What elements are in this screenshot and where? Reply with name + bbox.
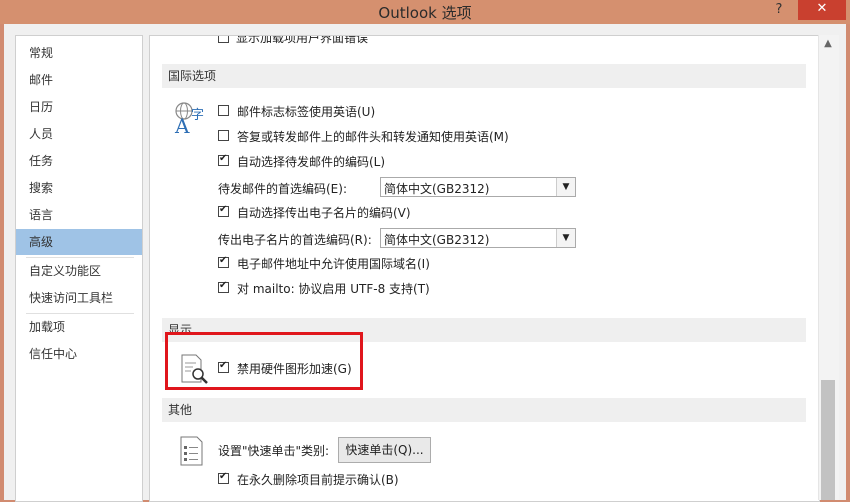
- list-settings-icon: [179, 436, 207, 466]
- sidebar-item-addins[interactable]: 加载项: [16, 314, 142, 340]
- outgoing-encoding-value: 简体中文(GB2312): [384, 182, 490, 196]
- vcard-encoding-value: 简体中文(GB2312): [384, 233, 490, 247]
- vcard-encoding-label: 传出电子名片的首选编码(R):: [218, 233, 372, 247]
- international-domain-label: 电子邮件地址中允许使用国际域名(I): [237, 257, 430, 271]
- mailto-utf8-label: 对 mailto: 协议启用 UTF-8 支持(T): [237, 282, 430, 296]
- auto-outgoing-encoding-checkbox[interactable]: [218, 153, 229, 166]
- auto-vcard-encoding-checkbox[interactable]: [218, 204, 229, 217]
- svg-text:A: A: [174, 114, 190, 137]
- outgoing-encoding-select[interactable]: 简体中文(GB2312) ▼: [380, 177, 576, 197]
- auto-outgoing-encoding-label: 自动选择待发邮件的编码(L): [237, 155, 386, 169]
- auto-vcard-encoding-label: 自动选择传出电子名片的编码(V): [237, 206, 411, 220]
- sidebar-item-mail[interactable]: 邮件: [16, 67, 142, 93]
- english-flag-labels-checkbox[interactable]: [218, 105, 229, 116]
- confirm-delete-checkbox[interactable]: [218, 471, 229, 484]
- help-button[interactable]: ?: [765, 2, 793, 22]
- outgoing-encoding-label: 待发邮件的首选编码(E):: [218, 182, 347, 196]
- sidebar-item-trust-center[interactable]: 信任中心: [16, 341, 142, 367]
- sidebar-item-language[interactable]: 语言: [16, 202, 142, 228]
- sidebar-item-advanced[interactable]: 高级: [16, 229, 142, 255]
- sidebar-item-quick-access-toolbar[interactable]: 快速访问工具栏: [16, 285, 142, 311]
- sidebar-item-calendar[interactable]: 日历: [16, 94, 142, 120]
- international-domain-checkbox[interactable]: [218, 255, 229, 268]
- show-addin-errors-label: 显示加载项用户界面错误: [236, 36, 369, 45]
- section-header-international: 国际选项: [162, 64, 806, 88]
- vcard-encoding-select[interactable]: 简体中文(GB2312) ▼: [380, 228, 576, 248]
- chevron-down-icon: ▼: [556, 178, 575, 196]
- scroll-up-arrow[interactable]: ▲: [818, 38, 838, 54]
- english-flag-labels-label: 邮件标志标签使用英语(U): [237, 105, 376, 119]
- english-reply-headers-checkbox[interactable]: [218, 130, 229, 141]
- sidebar-item-general[interactable]: 常规: [16, 40, 142, 66]
- close-button[interactable]: ✕: [798, 0, 846, 20]
- confirm-delete-label: 在永久删除项目前提示确认(B): [237, 473, 399, 487]
- globe-language-icon: A 字: [173, 101, 209, 138]
- sidebar-item-search[interactable]: 搜索: [16, 175, 142, 201]
- show-addin-errors-checkbox[interactable]: [218, 36, 229, 43]
- options-sidebar: 常规 邮件 日历 人员 任务 搜索 语言 高级 自定义功能区 快速访问工具栏 加…: [15, 35, 143, 502]
- section-header-other: 其他: [162, 398, 806, 422]
- partial-row-clip: 显示加载项用户界面错误: [150, 36, 817, 48]
- quick-click-button[interactable]: 快速单击(Q)...: [338, 437, 431, 463]
- window-title: Outlook 选项: [378, 4, 472, 22]
- highlight-box: [165, 332, 363, 390]
- chevron-down-icon: ▼: [556, 229, 575, 247]
- svg-text:字: 字: [191, 108, 204, 123]
- sidebar-item-people[interactable]: 人员: [16, 121, 142, 147]
- scrollbar-thumb[interactable]: [821, 380, 835, 500]
- english-reply-headers-label: 答复或转发邮件上的邮件头和转发通知使用英语(M): [237, 130, 509, 144]
- sidebar-item-tasks[interactable]: 任务: [16, 148, 142, 174]
- sidebar-item-customize-ribbon[interactable]: 自定义功能区: [16, 258, 142, 284]
- mailto-utf8-checkbox[interactable]: [218, 280, 229, 293]
- quick-click-label: 设置"快速单击"类别:: [218, 444, 330, 458]
